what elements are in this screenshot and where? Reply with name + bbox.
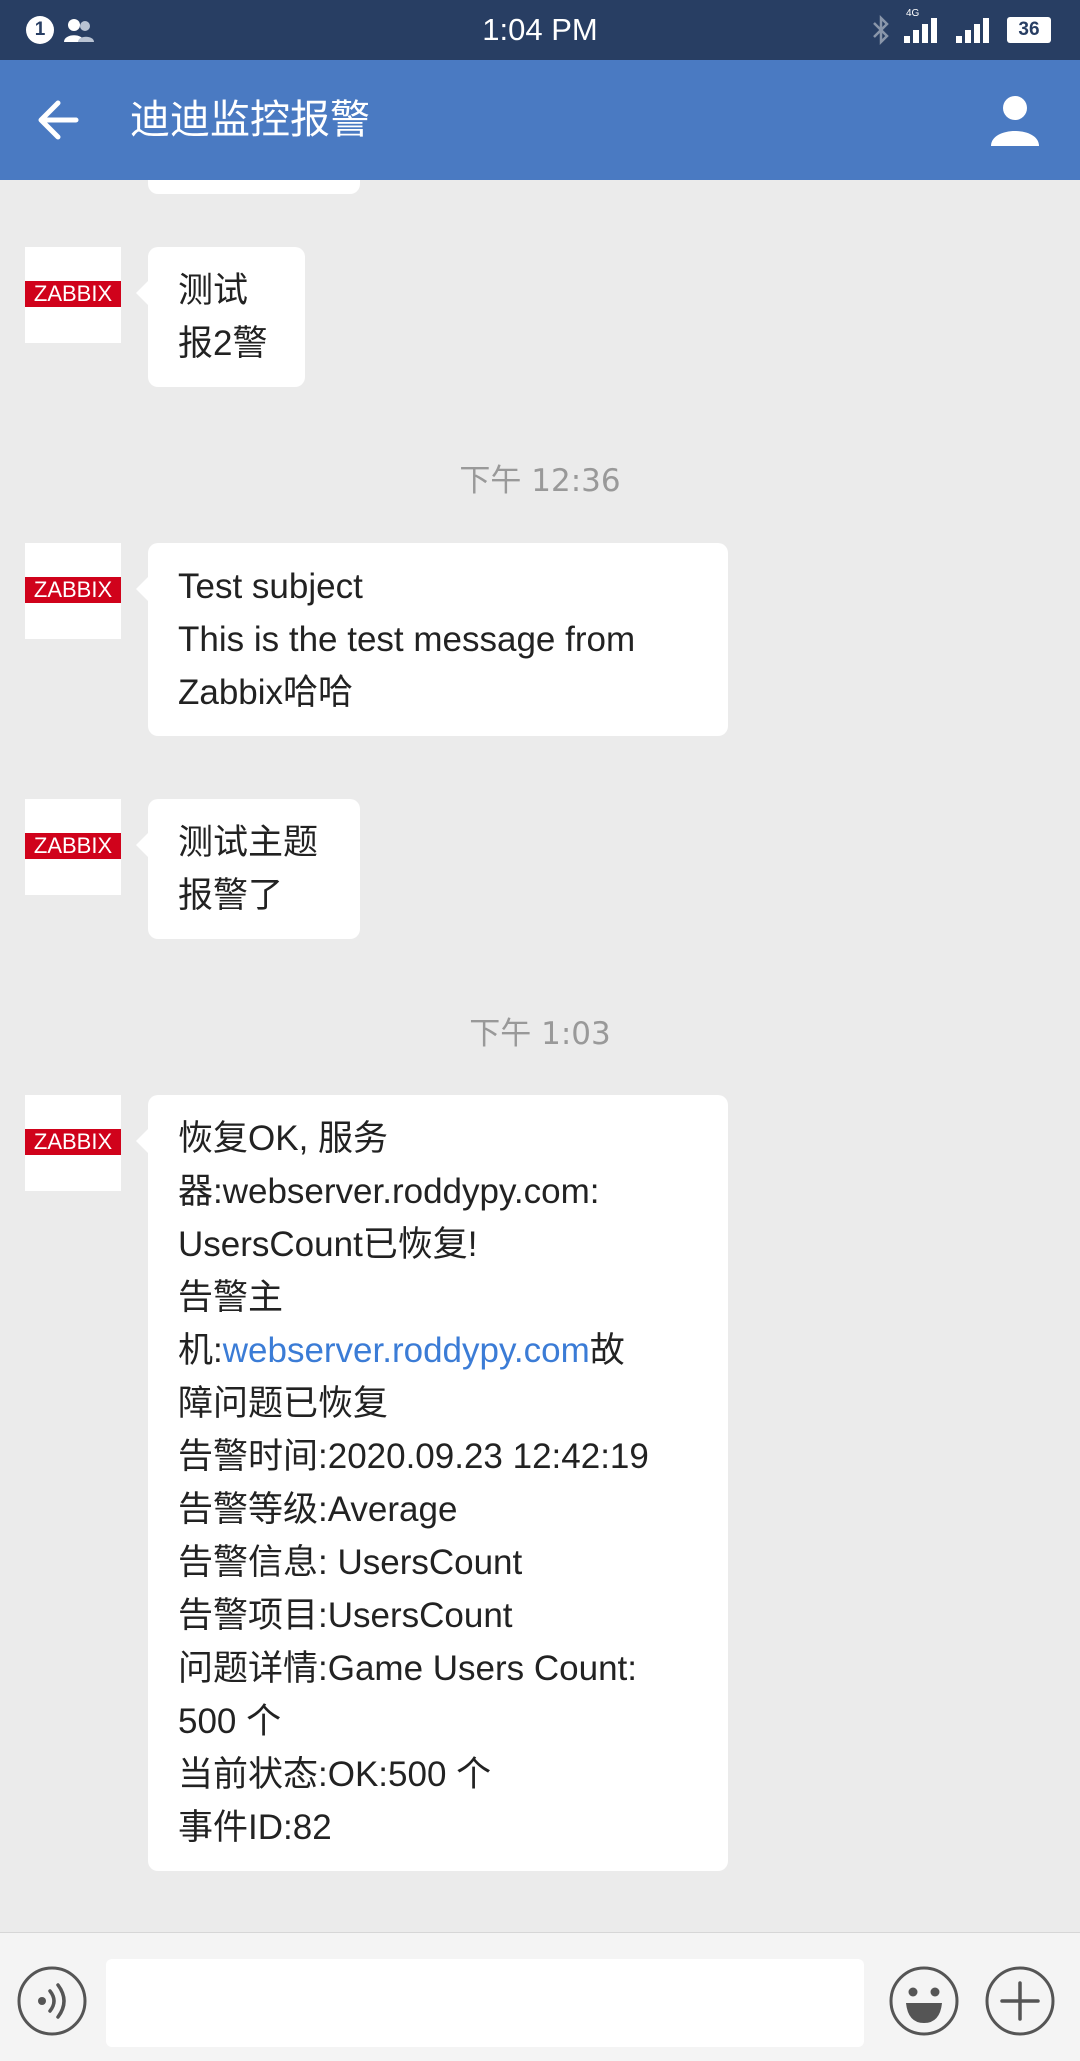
message-bubble[interactable]: Test subject This is the test message fr… (136, 543, 728, 736)
message-line: 测试 (178, 271, 249, 310)
chat-header: 迪迪监控报警 (0, 60, 1080, 180)
message-line: 告警主 (178, 1278, 284, 1317)
message-bubble[interactable]: 恢复OK, 服务 器:webserver.roddypy.com: UsersC… (136, 1095, 728, 1871)
avatar[interactable]: ZABBIX (25, 247, 121, 343)
profile-icon[interactable] (985, 90, 1045, 150)
input-bar (0, 1932, 1080, 2061)
avatar[interactable]: ZABBIX (25, 1095, 121, 1191)
message-line: 报警了 (178, 876, 284, 915)
hostname-link[interactable]: webserver.roddypy.com (223, 1331, 590, 1370)
zabbix-logo: ZABBIX (25, 281, 121, 307)
add-more-icon[interactable] (984, 1965, 1056, 2037)
message-bubble[interactable]: 测试主题 报警了 (136, 799, 360, 939)
zabbix-logo: ZABBIX (25, 1129, 121, 1155)
partial-message-bubble (148, 180, 360, 194)
message-line: 恢复OK, 服务 (178, 1119, 389, 1158)
chat-message-list[interactable]: ZABBIX 测试 报2警 下午 12:36 ZABBIX Test subje… (0, 180, 1080, 1930)
message-line: 当前状态:OK:500 个 (178, 1755, 492, 1794)
message-line: 测试主题 (178, 823, 319, 862)
message-line: 500 个 (178, 1702, 282, 1741)
emoji-icon[interactable] (888, 1965, 960, 2037)
timestamp: 下午 12:36 (459, 463, 621, 499)
message-line: 告警信息: UsersCount (178, 1543, 523, 1582)
signal-icon-2 (956, 18, 989, 43)
message-line: Test subject (178, 567, 363, 606)
zabbix-logo: ZABBIX (25, 577, 121, 603)
message-line: UsersCount已恢复! (178, 1225, 478, 1264)
message-text: 故 (589, 1331, 625, 1370)
chat-title: 迪迪监控报警 (130, 97, 370, 143)
bluetooth-icon (873, 14, 889, 46)
message-line: 告警等级:Average (178, 1490, 458, 1529)
message-line: 问题详情:Game Users Count: (178, 1649, 637, 1688)
message-line: 告警项目:UsersCount (178, 1596, 513, 1635)
message-line: 器:webserver.roddypy.com: (178, 1172, 600, 1211)
avatar[interactable]: ZABBIX (25, 543, 121, 639)
zabbix-logo: ZABBIX (25, 833, 121, 859)
message-text: 机: (178, 1331, 223, 1370)
message-line: 机:webserver.roddypy.com故 (178, 1324, 698, 1377)
timestamp: 下午 1:03 (469, 1016, 611, 1052)
message-bubble[interactable]: 测试 报2警 (136, 247, 305, 387)
status-bar: 1 1:04 PM 4G 36 (0, 0, 1080, 60)
avatar[interactable]: ZABBIX (25, 799, 121, 895)
message-line: 报2警 (178, 324, 268, 363)
message-line: 事件ID:82 (178, 1808, 332, 1847)
back-arrow-icon[interactable] (30, 90, 90, 150)
message-line: 障问题已恢复 (178, 1384, 389, 1423)
message-line: 告警时间:2020.09.23 12:42:19 (178, 1437, 649, 1476)
signal-icon (904, 18, 937, 43)
message-line: Zabbix哈哈 (178, 673, 354, 712)
message-input[interactable] (106, 1959, 864, 2047)
message-line: This is the test message from (178, 620, 636, 659)
voice-input-icon[interactable] (16, 1965, 88, 2037)
battery-icon: 36 (1007, 17, 1051, 43)
